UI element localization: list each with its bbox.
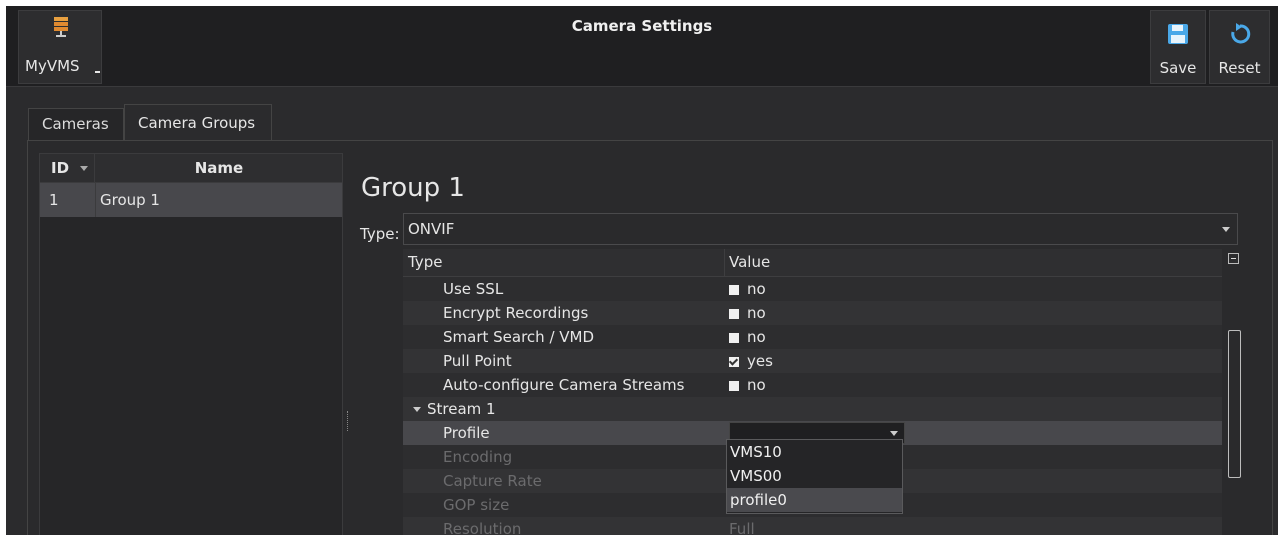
window-title: Camera Settings (571, 17, 713, 35)
type-label: Type: (360, 225, 400, 243)
property-value[interactable]: yes (729, 352, 773, 370)
property-grid-header: Type Value (403, 249, 1222, 277)
dropdown-option-vms10[interactable]: VMS10 (727, 440, 902, 464)
section-stream-1[interactable]: Stream 1 (403, 397, 1222, 421)
reset-label: Reset (1218, 59, 1261, 77)
property-value[interactable]: no (729, 328, 766, 346)
menu-caret-icon (95, 71, 100, 73)
property-key: Encoding (443, 448, 513, 466)
property-row-use-ssl: Use SSL no (403, 277, 1222, 301)
group-list-row[interactable]: 1 Group 1 (40, 183, 342, 217)
chevron-down-icon (890, 431, 898, 436)
group-list-header: ID Name (40, 154, 342, 183)
property-row-auto-configure: Auto-configure Camera Streams no (403, 373, 1222, 397)
checkbox[interactable] (729, 285, 739, 295)
column-divider (95, 183, 96, 217)
dropdown-option-vms00[interactable]: VMS00 (727, 464, 902, 488)
property-value[interactable]: no (729, 280, 766, 298)
property-row-resolution: Resolution Full (403, 517, 1222, 535)
column-header-name[interactable]: Name (96, 154, 342, 182)
group-title: Group 1 (361, 173, 465, 203)
splitter-handle[interactable] (347, 411, 351, 431)
collapse-icon[interactable] (1228, 253, 1239, 264)
reset-button[interactable]: Reset (1209, 10, 1270, 84)
title-bar: MyVMS Camera Settings Save Reset (6, 6, 1278, 87)
property-row-smart-search: Smart Search / VMD no (403, 325, 1222, 349)
chevron-down-icon (1222, 227, 1230, 232)
property-key: Pull Point (443, 352, 512, 370)
property-key: Use SSL (443, 280, 504, 298)
sort-down-icon (80, 166, 88, 171)
group-list[interactable]: ID Name 1 Group 1 (39, 153, 343, 535)
property-key: Auto-configure Camera Streams (443, 376, 685, 394)
property-value: Full (729, 520, 755, 535)
camera-settings-window: MyVMS Camera Settings Save Reset Cameras… (6, 6, 1278, 535)
property-key: Capture Rate (443, 472, 542, 490)
checkbox[interactable] (729, 333, 739, 343)
column-header-type: Type (408, 253, 443, 271)
property-key: GOP size (443, 496, 510, 514)
property-key: Resolution (443, 520, 522, 535)
column-divider (724, 249, 725, 276)
save-button[interactable]: Save (1150, 10, 1206, 84)
expand-triangle-icon[interactable] (413, 407, 421, 412)
profile-dropdown-list[interactable]: VMS10 VMS00 profile0 (726, 439, 903, 514)
column-header-value: Value (729, 253, 771, 271)
type-select-value: ONVIF (408, 220, 455, 238)
checkbox[interactable] (729, 357, 739, 367)
save-label: Save (1159, 59, 1197, 77)
section-label: Stream 1 (427, 400, 496, 418)
tab-cameras[interactable]: Cameras (28, 108, 124, 140)
property-key: Smart Search / VMD (443, 328, 595, 346)
property-value[interactable]: no (729, 376, 766, 394)
vertical-scrollbar[interactable] (1228, 330, 1241, 478)
floppy-disk-icon (1168, 24, 1188, 44)
property-row-pull-point: Pull Point yes (403, 349, 1222, 373)
group-name: Group 1 (100, 191, 160, 209)
type-select[interactable]: ONVIF (403, 213, 1238, 245)
property-key: Encrypt Recordings (443, 304, 589, 322)
group-id: 1 (49, 191, 59, 209)
dropdown-option-profile0[interactable]: profile0 (727, 488, 902, 512)
checkbox[interactable] (729, 309, 739, 319)
property-key: Profile (443, 424, 490, 442)
reset-icon (1230, 23, 1250, 44)
tab-camera-groups[interactable]: Camera Groups (124, 104, 272, 140)
checkbox[interactable] (729, 381, 739, 391)
app-name: MyVMS (25, 57, 80, 75)
property-value[interactable]: no (729, 304, 766, 322)
property-row-encrypt-recordings: Encrypt Recordings no (403, 301, 1222, 325)
column-header-id[interactable]: ID (40, 154, 95, 182)
